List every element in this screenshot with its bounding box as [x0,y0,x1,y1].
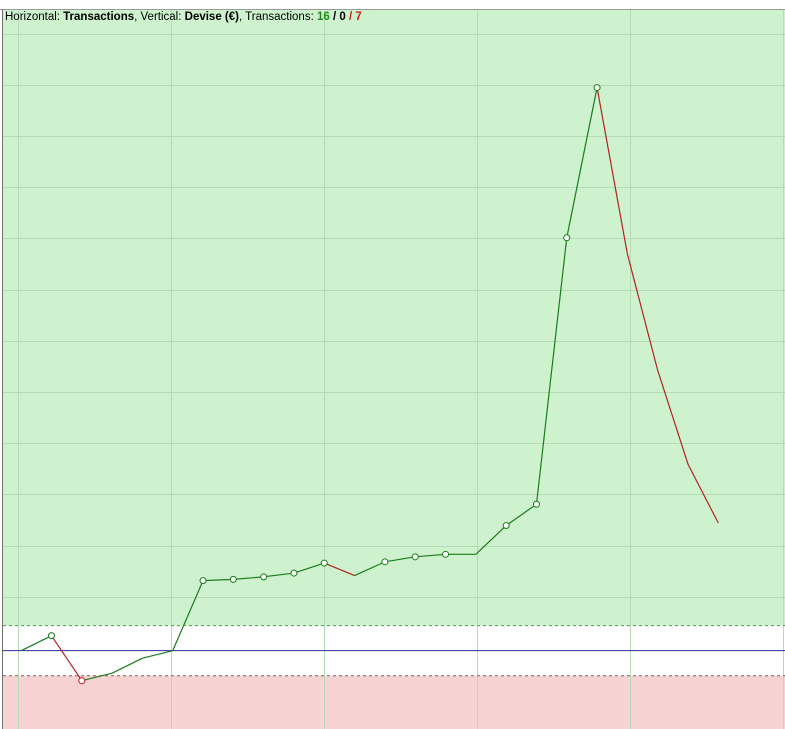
equity-chart: Horizontal: Transactions, Vertical: Devi… [0,0,785,729]
trade-marker[interactable] [229,575,237,583]
loss-zone [3,675,785,729]
vertical-value: Devise (€) [184,11,239,23]
vertical-label: Vertical: [140,11,182,23]
chart-header: Horizontal: Transactions, Vertical: Devi… [5,10,362,24]
profit-zone [3,10,785,626]
trade-marker[interactable] [78,677,86,685]
trade-marker[interactable] [502,522,510,530]
trade-marker[interactable] [532,500,540,508]
transactions-label: Transactions: [245,11,314,23]
trade-marker[interactable] [199,577,207,585]
trade-marker[interactable] [47,632,55,640]
horizontal-label: Horizontal: [5,11,60,23]
trade-marker[interactable] [320,559,328,567]
trade-marker[interactable] [563,234,571,242]
trade-marker[interactable] [442,550,450,558]
losing-count: 7 [355,11,362,23]
horizontal-value: Transactions [63,11,135,23]
trade-marker[interactable] [411,553,419,561]
count-separator: / [345,11,356,23]
trade-marker[interactable] [260,573,268,581]
segment-gain [20,635,52,652]
segment-gain [142,650,173,659]
count-separator: / [329,11,340,23]
winning-count: 16 [316,11,330,23]
trade-marker[interactable] [290,569,298,577]
segment-loss [50,635,83,682]
trade-marker[interactable] [593,84,601,92]
segment-gain [111,657,143,674]
trade-marker[interactable] [381,558,389,566]
chart-canvas [0,9,785,729]
